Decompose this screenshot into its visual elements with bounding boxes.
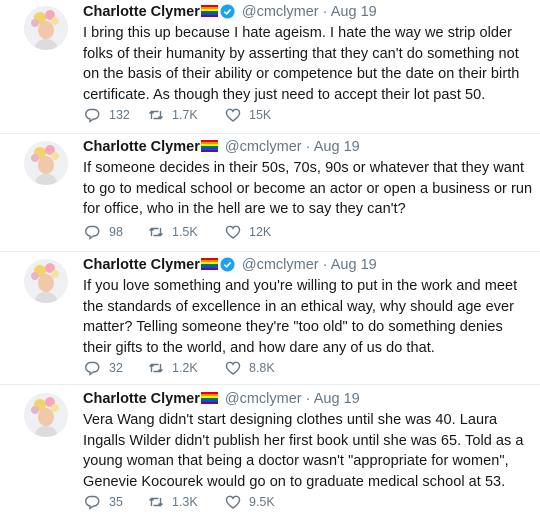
tweet-actions: 132 1.7K 15K <box>83 106 383 124</box>
reply-icon <box>85 361 100 376</box>
author-handle[interactable]: @cmclymer <box>225 139 302 155</box>
author-name[interactable]: Charlotte Clymer <box>83 257 200 273</box>
retweet-button[interactable]: 1.3K <box>148 493 198 511</box>
retweet-count: 1.5K <box>172 225 198 239</box>
author-handle[interactable]: @cmclymer <box>225 391 302 407</box>
like-button[interactable]: 12K <box>225 223 271 241</box>
reply-count: 98 <box>109 225 123 239</box>
tweet-date[interactable]: Aug 19 <box>314 139 360 155</box>
rainbow-flag-icon <box>200 140 218 152</box>
tweet-date[interactable]: Aug 19 <box>331 4 377 20</box>
retweet-button[interactable]: 1.2K <box>148 359 198 377</box>
avatar[interactable] <box>24 393 68 437</box>
retweet-icon <box>149 363 163 373</box>
like-count: 8.8K <box>249 361 275 375</box>
tweet-text: If someone decides in their 50s, 70s, 90… <box>83 160 533 217</box>
rainbow-flag-icon <box>200 392 218 404</box>
like-button[interactable]: 8.8K <box>225 359 275 377</box>
tweet-text: I bring this up because I hate ageism. I… <box>83 25 520 103</box>
reply-icon <box>85 495 100 510</box>
tweet-header: Charlotte Clymer @cmclymer · Aug 19 <box>83 255 533 275</box>
heart-icon <box>225 495 241 509</box>
tweet-actions: 35 1.3K 9.5K <box>83 493 383 511</box>
rainbow-flag-icon <box>200 258 218 270</box>
retweet-icon <box>149 110 163 120</box>
like-count: 12K <box>249 225 272 239</box>
avatar[interactable] <box>24 141 68 185</box>
tweet-header: Charlotte Clymer @cmclymer · Aug 19 <box>83 2 533 22</box>
separator: · <box>322 4 328 20</box>
reply-count: 32 <box>109 361 123 375</box>
retweet-count: 1.7K <box>172 108 198 122</box>
avatar[interactable] <box>24 259 68 303</box>
verified-badge-icon <box>220 4 235 19</box>
rainbow-flag-icon <box>200 5 218 17</box>
retweet-count: 1.3K <box>172 495 198 509</box>
reply-icon <box>85 225 100 240</box>
heart-icon <box>225 108 241 122</box>
tweet[interactable]: Charlotte Clymer @cmclymer · Aug 19 Vera… <box>0 389 540 521</box>
verified-badge-icon <box>220 257 235 272</box>
reply-icon <box>85 108 100 123</box>
reply-count: 132 <box>109 108 130 122</box>
tweet-header: Charlotte Clymer @cmclymer · Aug 19 <box>83 137 533 157</box>
tweet-header: Charlotte Clymer @cmclymer · Aug 19 <box>83 389 533 409</box>
like-button[interactable]: 9.5K <box>225 493 275 511</box>
like-count: 9.5K <box>249 495 275 509</box>
tweet[interactable]: Charlotte Clymer @cmclymer · Aug 19 I br… <box>0 2 540 134</box>
author-name[interactable]: Charlotte Clymer <box>83 139 200 155</box>
separator: · <box>305 139 311 155</box>
like-button[interactable]: 15K <box>225 106 271 124</box>
retweet-icon <box>149 497 163 507</box>
reply-button[interactable]: 132 <box>85 106 130 124</box>
heart-icon <box>225 361 241 375</box>
author-handle[interactable]: @cmclymer <box>242 257 319 273</box>
retweet-button[interactable]: 1.7K <box>148 106 198 124</box>
tweet-text: Vera Wang didn't start designing clothes… <box>83 412 524 490</box>
avatar[interactable] <box>24 6 68 50</box>
reply-button[interactable]: 98 <box>85 223 123 241</box>
reply-button[interactable]: 35 <box>85 493 123 511</box>
separator: · <box>305 391 311 407</box>
tweet[interactable]: Charlotte Clymer @cmclymer · Aug 19 If y… <box>0 255 540 385</box>
retweet-count: 1.2K <box>172 361 198 375</box>
author-name[interactable]: Charlotte Clymer <box>83 4 200 20</box>
reply-button[interactable]: 32 <box>85 359 123 377</box>
like-count: 15K <box>249 108 272 122</box>
heart-icon <box>225 225 241 239</box>
author-handle[interactable]: @cmclymer <box>242 4 319 20</box>
tweet-text: If you love something and you're willing… <box>83 278 518 356</box>
separator: · <box>322 257 328 273</box>
tweet-actions: 98 1.5K 12K <box>83 223 383 241</box>
reply-count: 35 <box>109 495 123 509</box>
tweet-actions: 32 1.2K 8.8K <box>83 359 383 377</box>
retweet-icon <box>149 227 163 237</box>
tweet-date[interactable]: Aug 19 <box>314 391 360 407</box>
tweet-thread: Charlotte Clymer @cmclymer · Aug 19 I br… <box>0 0 540 521</box>
retweet-button[interactable]: 1.5K <box>148 223 198 241</box>
author-name[interactable]: Charlotte Clymer <box>83 391 200 407</box>
tweet[interactable]: Charlotte Clymer @cmclymer · Aug 19 If s… <box>0 137 540 252</box>
tweet-date[interactable]: Aug 19 <box>331 257 377 273</box>
